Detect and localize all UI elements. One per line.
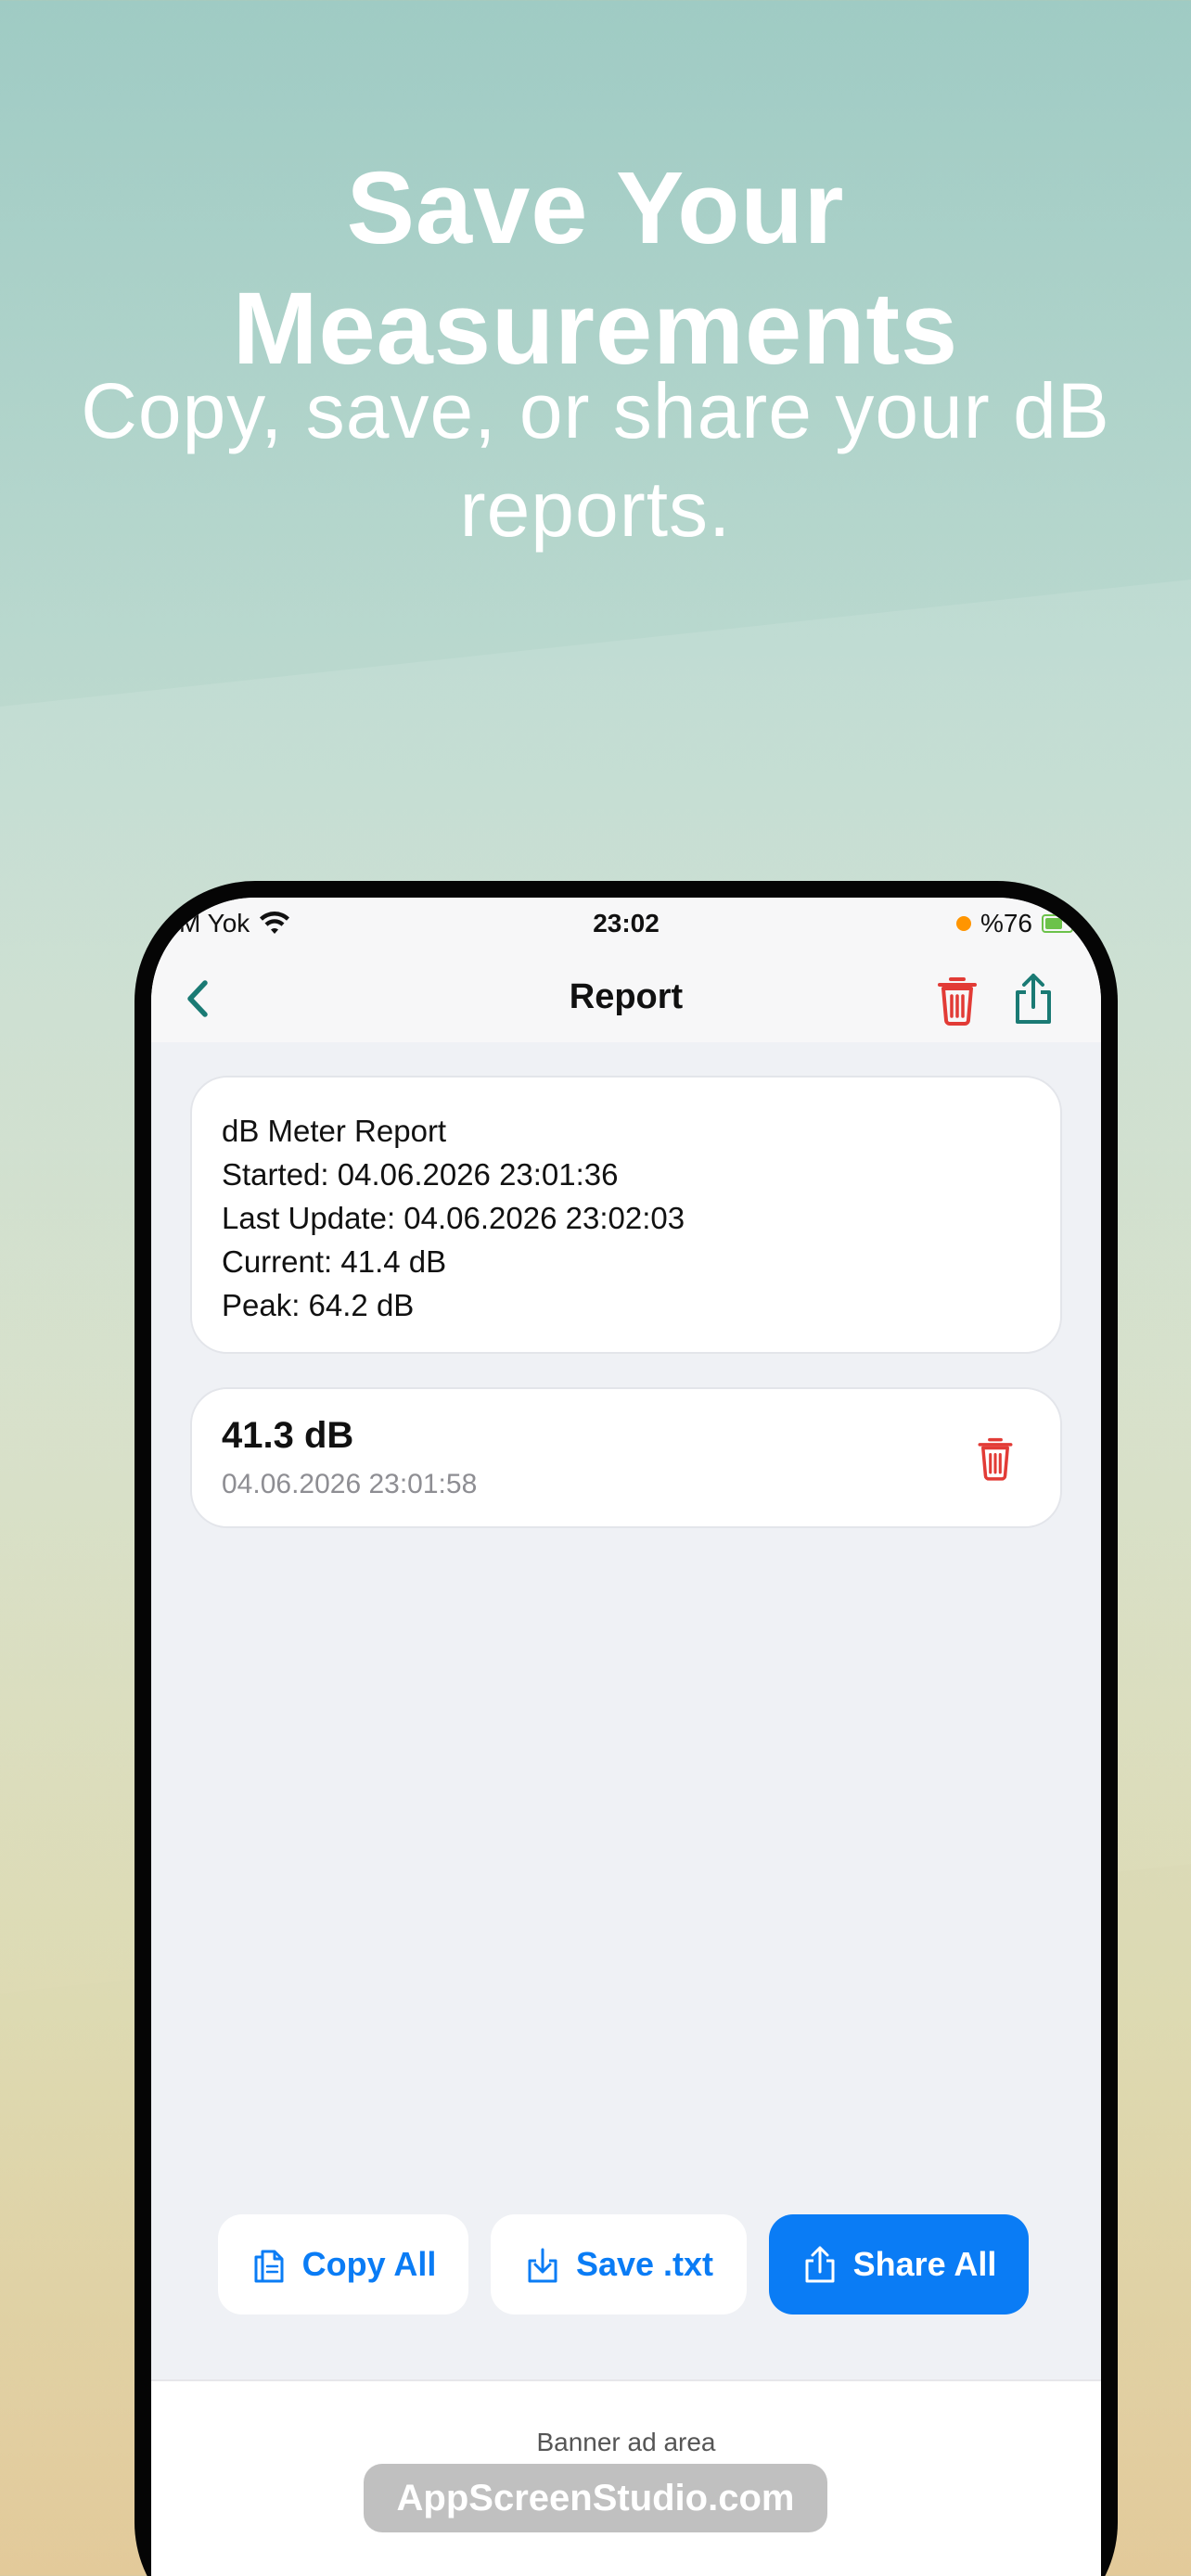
trash-icon[interactable] (934, 974, 980, 1026)
report-title: dB Meter Report (222, 1114, 447, 1148)
download-icon (528, 2248, 557, 2283)
report-peak: Peak: 64.2 dB (222, 1288, 415, 1322)
phone-frame: M Yok 23:02 %76 Report dB Meter Report S… (134, 881, 1118, 2576)
status-bar: M Yok 23:02 %76 (151, 898, 1101, 953)
battery-percent: %76 (980, 909, 1032, 937)
navigation-bar: Report (151, 953, 1101, 1042)
share-icon (805, 2246, 835, 2283)
entry-timestamp: 04.06.2026 23:01:58 (222, 1469, 478, 1499)
recording-dot-icon (955, 916, 971, 931)
entry-value: 41.3 dB (222, 1415, 354, 1456)
copy-all-button[interactable]: Copy All (218, 2214, 468, 2315)
promo-subhead: Copy, save, or share your dB reports. (81, 367, 1110, 553)
delete-entry-icon[interactable] (975, 1434, 1016, 1482)
save-txt-label: Save .txt (575, 2245, 714, 2283)
list-item: 41.3 dB 04.06.2026 23:01:58 (190, 1387, 1062, 1528)
report-summary-card: dB Meter Report Started: 04.06.2026 23:0… (190, 1076, 1062, 1354)
battery-icon (1042, 914, 1073, 933)
share-icon[interactable] (1010, 972, 1057, 1026)
share-all-label: Share All (852, 2245, 997, 2283)
copy-all-label: Copy All (301, 2245, 437, 2283)
save-txt-button[interactable]: Save .txt (491, 2214, 747, 2315)
report-current: Current: 41.4 dB (222, 1244, 447, 1279)
report-last-update: Last Update: 04.06.2026 23:02:03 (222, 1201, 685, 1235)
banner-label: Banner ad area (536, 2428, 716, 2456)
share-all-button[interactable]: Share All (769, 2214, 1029, 2315)
watermark: AppScreenStudio.com (364, 2464, 827, 2532)
promo-headline: Save Your Measurements (232, 151, 959, 386)
report-started: Started: 04.06.2026 23:01:36 (222, 1157, 619, 1192)
app-screen: M Yok 23:02 %76 Report dB Meter Report S… (151, 898, 1101, 2576)
copy-icon (254, 2250, 284, 2283)
